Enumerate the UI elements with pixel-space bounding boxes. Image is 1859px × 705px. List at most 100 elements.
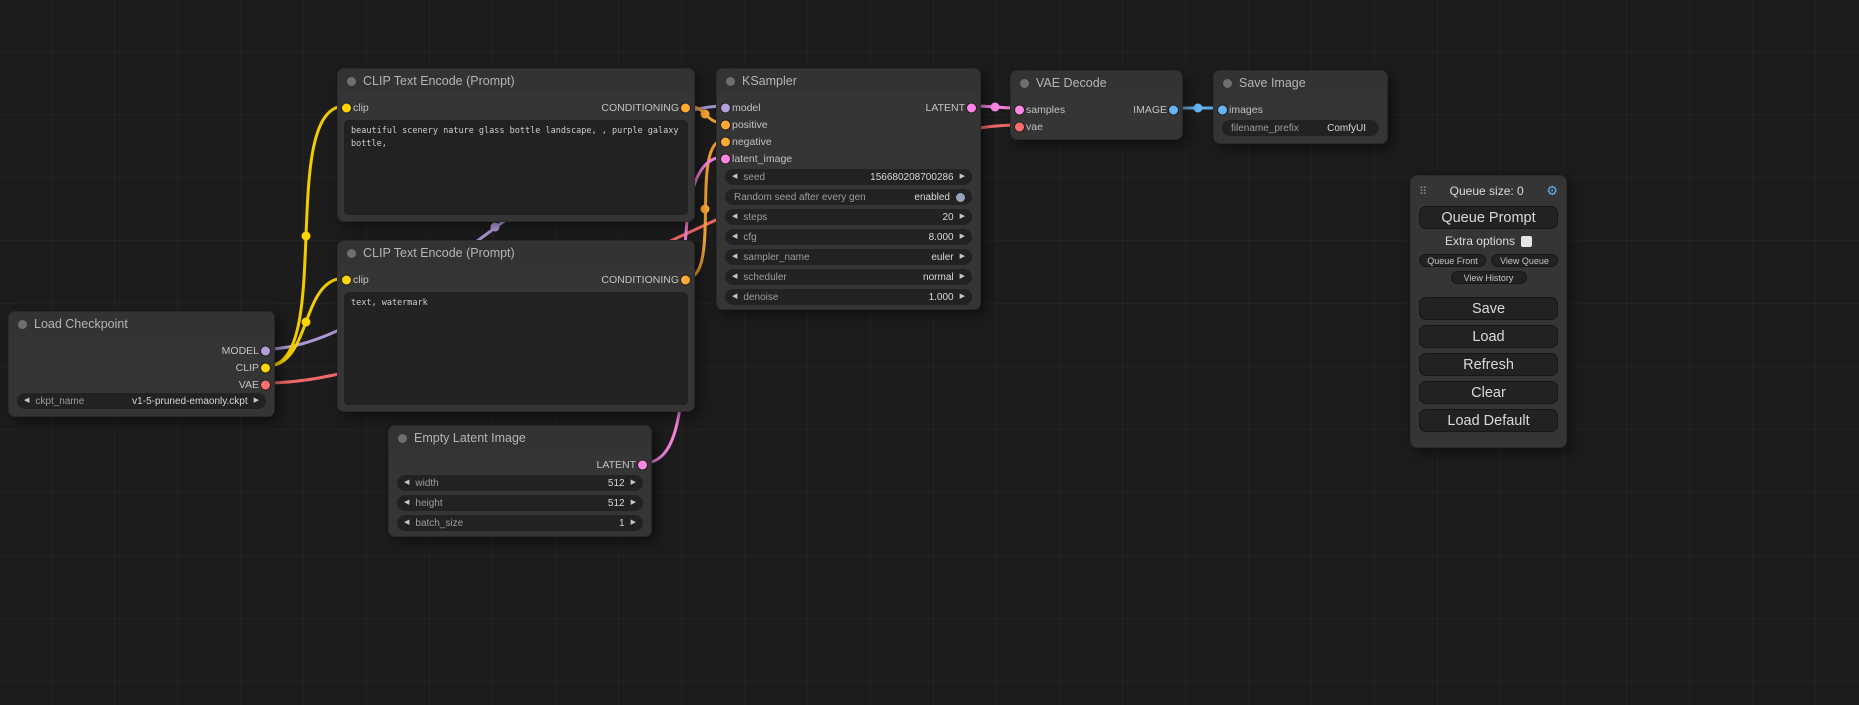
- output-port-latent[interactable]: [638, 460, 647, 469]
- widget-label: batch_size: [415, 518, 463, 529]
- next-value-arrow-icon[interactable]: ▶: [254, 393, 259, 409]
- widget-width[interactable]: ◀ width 512 ▶: [397, 475, 643, 491]
- increment-arrow-icon[interactable]: ▶: [960, 229, 965, 245]
- save-button[interactable]: Save: [1419, 297, 1558, 320]
- increment-arrow-icon[interactable]: ▶: [631, 515, 636, 531]
- input-port-negative[interactable]: [721, 137, 730, 146]
- node-title-bar[interactable]: CLIP Text Encode (Prompt): [338, 241, 694, 265]
- slot-row: latent_image: [717, 150, 980, 167]
- collapse-toggle-icon[interactable]: [347, 77, 356, 86]
- prompt-textarea[interactable]: beautiful scenery nature glass bottle la…: [344, 120, 688, 215]
- input-port-model[interactable]: [721, 103, 730, 112]
- widget-scheduler[interactable]: ◀ scheduler normal ▶: [725, 269, 972, 285]
- node-title-bar[interactable]: Empty Latent Image: [389, 426, 651, 450]
- output-label-vae: VAE: [239, 379, 259, 391]
- queue-buttons-row: Queue Front View Queue: [1419, 254, 1558, 267]
- increment-arrow-icon[interactable]: ▶: [631, 475, 636, 491]
- input-port-clip[interactable]: [342, 275, 351, 284]
- widget-denoise[interactable]: ◀ denoise 1.000 ▶: [725, 289, 972, 305]
- output-port-conditioning[interactable]: [681, 275, 690, 284]
- increment-arrow-icon[interactable]: ▶: [960, 289, 965, 305]
- output-port-vae[interactable]: [261, 380, 270, 389]
- widget-random-seed-toggle[interactable]: Random seed after every gen enabled: [725, 189, 972, 205]
- decrement-arrow-icon[interactable]: ◀: [732, 289, 737, 305]
- prev-value-arrow-icon[interactable]: ◀: [732, 249, 737, 265]
- output-label-conditioning: CONDITIONING: [601, 274, 679, 286]
- drag-handle-icon[interactable]: ⠿: [1419, 185, 1427, 198]
- widget-cfg[interactable]: ◀ cfg 8.000 ▶: [725, 229, 972, 245]
- output-port-image[interactable]: [1169, 105, 1178, 114]
- next-value-arrow-icon[interactable]: ▶: [960, 249, 965, 265]
- increment-arrow-icon[interactable]: ▶: [960, 209, 965, 225]
- view-history-button[interactable]: View History: [1451, 271, 1527, 284]
- node-title-bar[interactable]: VAE Decode: [1011, 71, 1182, 95]
- collapse-toggle-icon[interactable]: [1223, 79, 1232, 88]
- widget-steps[interactable]: ◀ steps 20 ▶: [725, 209, 972, 225]
- node-title-bar[interactable]: Load Checkpoint: [9, 312, 274, 336]
- node-empty-latent-image[interactable]: Empty Latent Image LATENT ◀ width 512 ▶ …: [388, 425, 652, 537]
- input-port-images[interactable]: [1218, 105, 1227, 114]
- widget-ckpt-name[interactable]: ◀ ckpt_name v1-5-pruned-emaonly.ckpt ▶: [17, 393, 266, 409]
- output-port-conditioning[interactable]: [681, 103, 690, 112]
- node-vae-decode[interactable]: VAE Decode samples IMAGE vae: [1010, 70, 1183, 140]
- prev-value-arrow-icon[interactable]: ◀: [24, 393, 29, 409]
- widget-label: Random seed after every gen: [734, 192, 866, 203]
- widget-label: sampler_name: [743, 252, 809, 263]
- decrement-arrow-icon[interactable]: ◀: [732, 229, 737, 245]
- node-title-bar[interactable]: CLIP Text Encode (Prompt): [338, 69, 694, 93]
- input-port-samples[interactable]: [1015, 105, 1024, 114]
- widget-value: 512: [608, 498, 625, 509]
- output-port-clip[interactable]: [261, 363, 270, 372]
- decrement-arrow-icon[interactable]: ◀: [732, 169, 737, 185]
- widget-height[interactable]: ◀ height 512 ▶: [397, 495, 643, 511]
- collapse-toggle-icon[interactable]: [347, 249, 356, 258]
- widget-seed[interactable]: ◀ seed 156680208700286 ▶: [725, 169, 972, 185]
- node-ksampler[interactable]: KSampler model LATENT positive negative …: [716, 68, 981, 310]
- node-load-checkpoint[interactable]: Load Checkpoint MODEL CLIP VAE ◀ ckpt_na…: [8, 311, 275, 417]
- node-clip-text-encode-positive[interactable]: CLIP Text Encode (Prompt) clip CONDITION…: [337, 68, 695, 222]
- widget-label: seed: [743, 172, 765, 183]
- node-clip-text-encode-negative[interactable]: CLIP Text Encode (Prompt) clip CONDITION…: [337, 240, 695, 412]
- decrement-arrow-icon[interactable]: ◀: [732, 209, 737, 225]
- input-port-vae[interactable]: [1015, 122, 1024, 131]
- input-port-positive[interactable]: [721, 120, 730, 129]
- node-title-bar[interactable]: KSampler: [717, 69, 980, 93]
- widget-label: steps: [743, 212, 767, 223]
- queue-prompt-button[interactable]: Queue Prompt: [1419, 206, 1558, 229]
- output-port-latent[interactable]: [967, 103, 976, 112]
- prompt-textarea[interactable]: text, watermark: [344, 292, 688, 405]
- output-port-model[interactable]: [261, 346, 270, 355]
- node-title-bar[interactable]: Save Image: [1214, 71, 1387, 95]
- collapse-toggle-icon[interactable]: [398, 434, 407, 443]
- load-default-button[interactable]: Load Default: [1419, 409, 1558, 432]
- link-midpoint-dot: [701, 110, 710, 119]
- slot-row: clip CONDITIONING: [338, 99, 694, 116]
- collapse-toggle-icon[interactable]: [18, 320, 27, 329]
- next-value-arrow-icon[interactable]: ▶: [960, 269, 965, 285]
- prev-value-arrow-icon[interactable]: ◀: [732, 269, 737, 285]
- input-port-latent-image[interactable]: [721, 154, 730, 163]
- extra-options-checkbox[interactable]: [1521, 236, 1532, 247]
- load-button[interactable]: Load: [1419, 325, 1558, 348]
- increment-arrow-icon[interactable]: ▶: [960, 169, 965, 185]
- widget-sampler-name[interactable]: ◀ sampler_name euler ▶: [725, 249, 972, 265]
- input-port-clip[interactable]: [342, 103, 351, 112]
- increment-arrow-icon[interactable]: ▶: [631, 495, 636, 511]
- collapse-toggle-icon[interactable]: [1020, 79, 1029, 88]
- node-save-image[interactable]: Save Image images filename_prefix ComfyU…: [1213, 70, 1388, 144]
- collapse-toggle-icon[interactable]: [726, 77, 735, 86]
- view-queue-button[interactable]: View Queue: [1491, 254, 1558, 267]
- widget-filename-prefix[interactable]: filename_prefix ComfyUI: [1222, 120, 1379, 136]
- queue-front-button[interactable]: Queue Front: [1419, 254, 1486, 267]
- decrement-arrow-icon[interactable]: ◀: [404, 475, 409, 491]
- decrement-arrow-icon[interactable]: ◀: [404, 515, 409, 531]
- widget-value: euler: [931, 252, 953, 263]
- decrement-arrow-icon[interactable]: ◀: [404, 495, 409, 511]
- clear-button[interactable]: Clear: [1419, 381, 1558, 404]
- graph-canvas[interactable]: Load Checkpoint MODEL CLIP VAE ◀ ckpt_na…: [0, 0, 1859, 705]
- refresh-button[interactable]: Refresh: [1419, 353, 1558, 376]
- link-midpoint-dot: [491, 223, 500, 232]
- toggle-dot[interactable]: [956, 193, 965, 202]
- widget-batch-size[interactable]: ◀ batch_size 1 ▶: [397, 515, 643, 531]
- settings-gear-icon[interactable]: ⚙: [1546, 183, 1558, 199]
